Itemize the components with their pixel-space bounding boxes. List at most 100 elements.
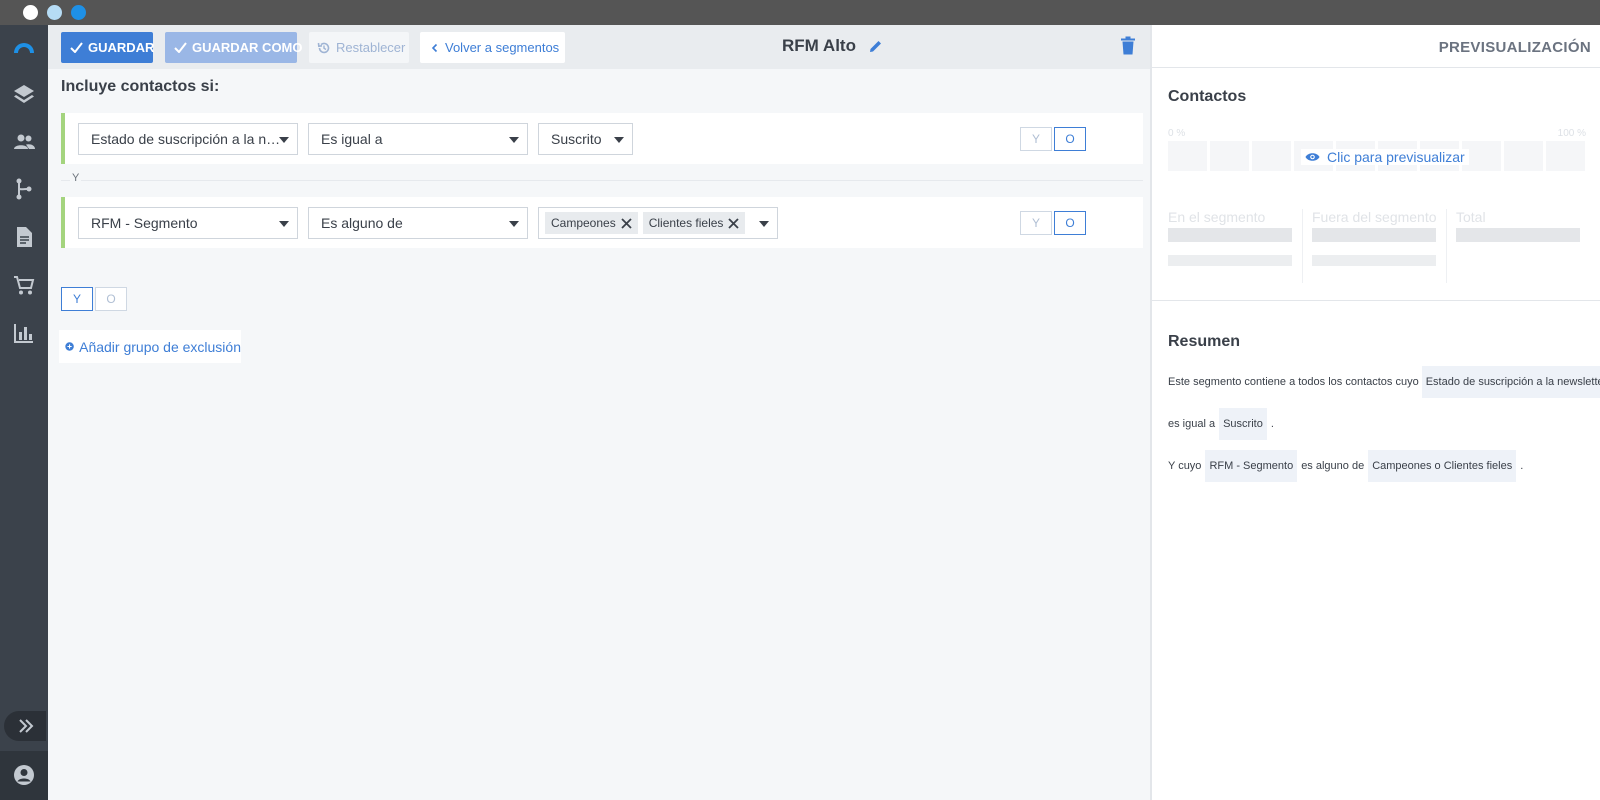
stat-placeholder — [1456, 228, 1580, 242]
stat-placeholder — [1312, 228, 1436, 242]
check-icon — [70, 42, 83, 53]
operator-select[interactable]: Es alguno de — [308, 207, 528, 239]
window-close-dot[interactable] — [23, 5, 38, 20]
history-icon — [317, 42, 330, 53]
contacts-icon[interactable] — [12, 130, 36, 154]
check-icon — [174, 42, 187, 53]
include-heading: Incluye contactos si: — [61, 78, 220, 95]
and-toggle[interactable]: Y — [1020, 211, 1052, 235]
field-select[interactable]: RFM - Segmento — [78, 207, 298, 239]
operator-select[interactable]: Es igual a — [308, 123, 528, 155]
summary-tag: Estado de suscripción a la newsletter — [1421, 366, 1600, 398]
save-as-button-label: GUARDAR COMO — [192, 40, 303, 55]
save-button[interactable]: GUARDAR — [61, 32, 155, 63]
value-select[interactable]: Suscrito — [538, 123, 633, 155]
summary-text: Este segmento contiene a todos los conta… — [1168, 376, 1419, 388]
summary-text: es igual a — [1168, 418, 1216, 430]
chevron-down-icon — [614, 137, 624, 143]
preview-panel: PREVISUALIZACIÓN Contactos 0 % 100 % Cli… — [1150, 25, 1600, 800]
value-chip: Campeones — [545, 212, 638, 234]
expand-icon — [19, 719, 34, 733]
divider — [1152, 300, 1600, 301]
reset-button-label: Restablecer — [336, 40, 406, 55]
summary-text: Y cuyo — [1168, 460, 1202, 472]
chevron-left-icon — [431, 43, 438, 52]
value-chip-label: Campeones — [551, 216, 616, 230]
percent-max-label: 100 % — [1557, 128, 1586, 139]
eye-icon — [1305, 153, 1320, 161]
click-to-preview-label: Clic para previsualizar — [1327, 149, 1465, 165]
back-button-label: Volver a segmentos — [445, 40, 560, 55]
summary-line-3: Y cuyo RFM - Segmento es alguno de Campe… — [1168, 450, 1523, 482]
summary-tag: Suscrito — [1219, 408, 1267, 440]
user-account-button[interactable] — [0, 751, 48, 800]
stat-placeholder — [1312, 255, 1436, 266]
cart-icon[interactable] — [12, 273, 36, 297]
user-icon — [14, 765, 34, 785]
stat-total-label: Total — [1456, 209, 1486, 225]
reset-button[interactable]: Restablecer — [309, 32, 409, 63]
multi-value-select[interactable]: Campeones Clientes fieles — [538, 207, 778, 239]
divider — [1152, 67, 1600, 68]
field-select[interactable]: Estado de suscripción a la newsletter — [78, 123, 298, 155]
and-toggle[interactable]: Y — [1020, 127, 1052, 151]
pencil-icon[interactable] — [868, 39, 883, 54]
click-to-preview-link[interactable]: Clic para previsualizar — [1301, 149, 1469, 165]
window-minimize-dot[interactable] — [47, 5, 62, 20]
save-as-button[interactable]: GUARDAR COMO — [165, 32, 303, 63]
expand-sidebar-button[interactable] — [4, 711, 46, 741]
close-icon[interactable] — [621, 217, 632, 229]
value-chip: Clientes fieles — [642, 212, 746, 234]
sidebar — [0, 25, 48, 800]
value-chip-label: Clientes fieles — [648, 216, 724, 230]
operator-select-value: Es alguno de — [321, 215, 403, 231]
stat-placeholder — [1168, 255, 1292, 266]
add-exclusion-label: Añadir grupo de exclusión — [79, 338, 241, 355]
or-toggle[interactable]: O — [1054, 127, 1086, 151]
add-exclusion-group-button[interactable]: Añadir grupo de exclusión — [59, 330, 241, 363]
logo-icon[interactable] — [12, 35, 36, 59]
group-or-button[interactable]: O — [95, 287, 127, 311]
contacts-heading: Contactos — [1168, 88, 1247, 105]
chart-icon[interactable] — [12, 321, 36, 345]
summary-tag: Campeones o Clientes fieles — [1368, 450, 1517, 482]
chevron-down-icon — [759, 221, 769, 227]
back-to-segments-button[interactable]: Volver a segmentos — [420, 32, 565, 63]
summary-line-1: Este segmento contiene a todos los conta… — [1168, 366, 1600, 398]
preview-bar: Clic para previsualizar — [1168, 141, 1588, 171]
toolbar: GUARDAR GUARDAR COMO Restablecer Volver … — [48, 25, 1150, 69]
trash-icon[interactable] — [1120, 36, 1136, 55]
value-select-value: Suscrito — [551, 131, 602, 147]
group-and-button[interactable]: Y — [61, 287, 93, 311]
close-icon[interactable] — [728, 217, 740, 229]
operator-select-value: Es igual a — [321, 131, 383, 147]
connector-label: Y — [70, 172, 82, 184]
divider — [1446, 209, 1447, 283]
segment-title: RFM Alto — [782, 36, 856, 55]
summary-tag: RFM - Segmento — [1205, 450, 1298, 482]
summary-line-2: es igual a Suscrito . — [1168, 408, 1274, 440]
stat-placeholder — [1168, 228, 1292, 242]
summary-heading: Resumen — [1168, 333, 1241, 350]
chevron-down-icon — [509, 221, 519, 227]
window-maximize-dot[interactable] — [71, 5, 86, 20]
save-button-label: GUARDAR — [88, 40, 155, 55]
stat-in-segment-label: En el segmento — [1168, 209, 1266, 225]
layers-icon[interactable] — [12, 82, 36, 106]
field-select-value: Estado de suscripción a la newsletter — [91, 131, 281, 147]
summary-text: . — [1520, 460, 1524, 472]
summary-text: . — [1270, 418, 1274, 430]
percent-min-label: 0 % — [1168, 128, 1186, 139]
chevron-down-icon — [279, 221, 289, 227]
flow-icon[interactable] — [12, 177, 36, 201]
or-toggle[interactable]: O — [1054, 211, 1086, 235]
divider — [1302, 209, 1303, 283]
document-icon[interactable] — [12, 225, 36, 249]
condition-row-2: RFM - Segmento Es alguno de Campeones Cl… — [61, 197, 1143, 248]
chevron-down-icon — [279, 137, 289, 143]
connector-divider — [61, 180, 1143, 181]
plus-circle-icon — [65, 342, 74, 351]
preview-header: PREVISUALIZACIÓN — [1438, 39, 1591, 56]
stat-out-segment-label: Fuera del segmento — [1312, 209, 1437, 225]
condition-row-1: Estado de suscripción a la newsletter Es… — [61, 113, 1143, 164]
